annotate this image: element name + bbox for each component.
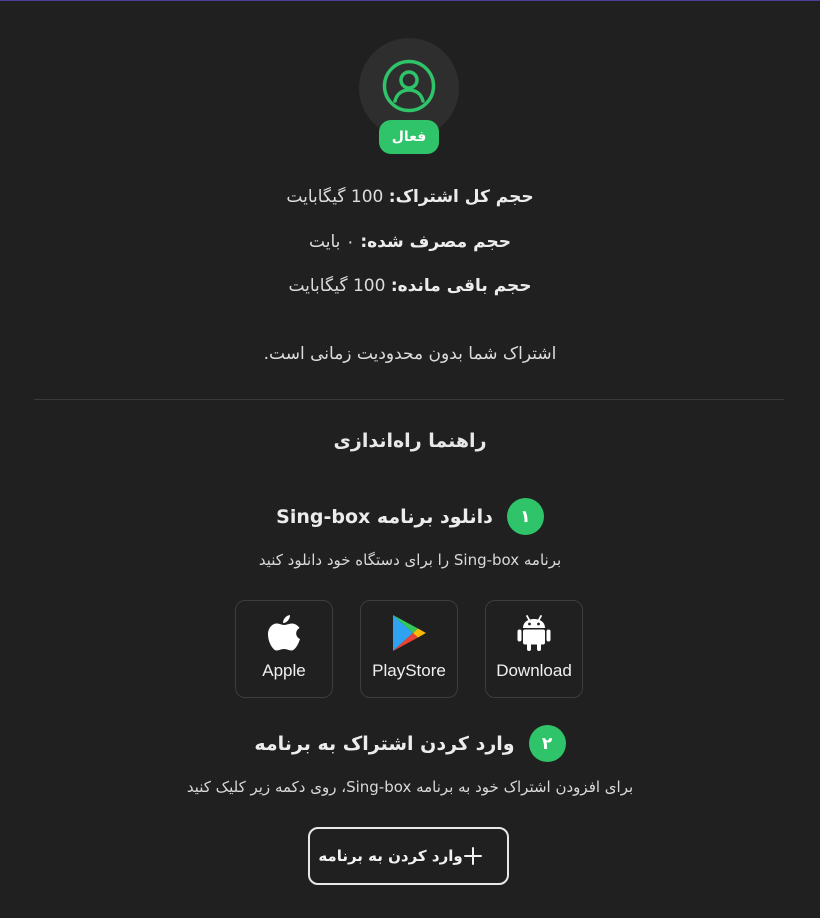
used-volume-label: حجم مصرف شده: [360, 232, 511, 252]
step-2-number: ۲ [528, 725, 566, 762]
divider [34, 399, 784, 400]
download-label: Download [496, 661, 572, 680]
playstore-download-button[interactable]: PlayStore [360, 600, 458, 698]
user-circle-icon [381, 58, 437, 118]
subscription-page: فعال حجم کل اشتراک: 100 گیگابایت حجم مصر… [0, 0, 820, 918]
profile-section: فعال [359, 38, 459, 154]
apple-download-button[interactable]: Apple [235, 600, 333, 698]
step-2-title: وارد کردن اشتراک به برنامه [254, 732, 515, 755]
import-button-label: وارد کردن به برنامه [318, 847, 463, 865]
android-icon [517, 613, 551, 653]
import-to-app-button[interactable]: وارد کردن به برنامه [308, 827, 509, 885]
total-volume-value: 100 گیگابایت [286, 187, 384, 207]
step-1-title: دانلود برنامه Sing-box [276, 505, 493, 528]
total-volume-row: حجم کل اشتراک: 100 گیگابایت [0, 187, 820, 207]
status-badge: فعال [379, 120, 439, 154]
subscription-note: اشتراک شما بدون محدودیت زمانی است. [263, 344, 557, 364]
step-1-number: ۱ [506, 498, 544, 535]
step-2-header: ۲ وارد کردن اشتراک به برنامه [0, 725, 820, 762]
playstore-label: PlayStore [372, 661, 446, 680]
remaining-volume-label: حجم باقی مانده: [390, 276, 532, 296]
step-1-header: ۱ دانلود برنامه Sing-box [0, 498, 820, 535]
guide-title: راهنما راه‌اندازی [333, 430, 487, 452]
google-play-icon [391, 613, 427, 653]
remaining-volume-value: 100 گیگابایت [288, 276, 386, 296]
step-1-description: برنامه Sing-box را برای دستگاه خود دانلو… [258, 551, 562, 569]
android-download-button[interactable]: Download [485, 600, 583, 698]
apple-label: Apple [262, 661, 306, 680]
step-2-description: برای افزودن اشتراک خود به برنامه Sing-bo… [186, 778, 634, 796]
used-volume-value: ۰ بایت [309, 232, 355, 252]
apple-icon [267, 613, 301, 653]
remaining-volume-row: حجم باقی مانده: 100 گیگابایت [0, 276, 820, 296]
used-volume-row: حجم مصرف شده: ۰ بایت [0, 232, 820, 252]
total-volume-label: حجم کل اشتراک: [388, 187, 534, 207]
plus-icon [463, 846, 483, 866]
